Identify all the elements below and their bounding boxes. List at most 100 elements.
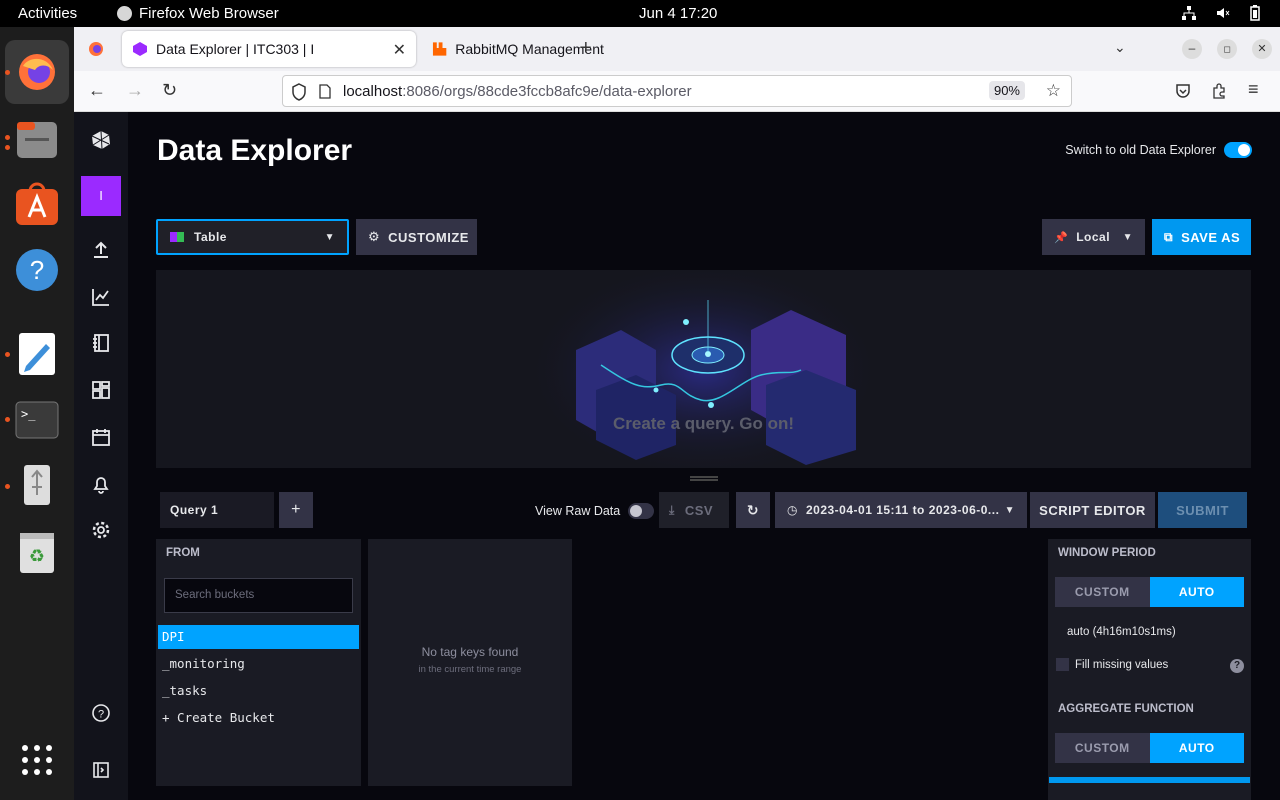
hamburger-menu-icon[interactable]: ≡ bbox=[1248, 79, 1259, 100]
firefox-view-icon[interactable] bbox=[88, 41, 104, 62]
influxdb-logo-icon[interactable] bbox=[91, 130, 111, 150]
clock[interactable]: Jun 4 17:20 bbox=[639, 5, 717, 22]
from-header: FROM bbox=[166, 547, 200, 559]
csv-download-button[interactable]: ⤓ CSV bbox=[659, 492, 729, 528]
text-editor-icon bbox=[19, 333, 55, 375]
collapse-sidebar-icon[interactable] bbox=[91, 760, 111, 780]
activities-button[interactable]: Activities bbox=[18, 5, 77, 22]
empty-state-message: Create a query. Go on! bbox=[612, 414, 795, 433]
network-icon bbox=[1182, 6, 1196, 20]
help-icon: ? bbox=[16, 249, 58, 291]
browser-chrome: Data Explorer | ITC303 | I ✕ RabbitMQ Ma… bbox=[74, 27, 1280, 112]
dock-files[interactable] bbox=[14, 117, 60, 163]
add-query-button[interactable]: + bbox=[279, 492, 313, 528]
resize-handle[interactable] bbox=[690, 476, 718, 481]
empty-state-illustration bbox=[524, 270, 884, 468]
data-explorer-page: Data Explorer Switch to old Data Explore… bbox=[128, 112, 1280, 800]
pin-icon: 📌 bbox=[1054, 231, 1069, 244]
dock-firefox[interactable] bbox=[5, 40, 69, 104]
submit-button[interactable]: SUBMIT bbox=[1158, 492, 1247, 528]
app-sidebar: I ? bbox=[74, 112, 128, 800]
visualization-type-dropdown[interactable]: Table ▼ bbox=[156, 219, 349, 255]
extensions-puzzle-icon[interactable] bbox=[1211, 83, 1227, 99]
gear-icon[interactable] bbox=[91, 520, 111, 540]
view-raw-data-switch[interactable]: View Raw Data bbox=[535, 503, 655, 519]
bookmark-star-icon[interactable]: ☆ bbox=[1046, 81, 1061, 101]
maximize-icon[interactable]: ◻ bbox=[1217, 39, 1237, 59]
search-buckets-input[interactable]: Search buckets bbox=[164, 578, 353, 613]
forward-arrow-icon[interactable]: → bbox=[126, 80, 144, 101]
timezone-label: Local bbox=[1076, 230, 1111, 244]
zoom-level[interactable]: 90% bbox=[988, 81, 1025, 100]
old-explorer-switch[interactable]: Switch to old Data Explorer bbox=[1065, 142, 1252, 158]
url-bar[interactable]: localhost:8086/orgs/88cde3fccb8afc9e/dat… bbox=[282, 75, 1072, 107]
new-tab-button[interactable]: + bbox=[580, 37, 592, 60]
window-period-toggle: CUSTOM AUTO bbox=[1055, 577, 1244, 607]
navigation-toolbar: ← → ↻ localhost:8086/orgs/88cde3fccb8afc… bbox=[74, 71, 1280, 112]
time-range-dropdown[interactable]: ◷ 2023-04-01 15:11 to 2023-06-0... ▼ bbox=[775, 492, 1027, 528]
bell-icon[interactable] bbox=[91, 474, 111, 494]
window-custom-button[interactable]: CUSTOM bbox=[1055, 577, 1150, 607]
query-tab[interactable]: Query 1 bbox=[160, 492, 274, 528]
help-circle-icon[interactable]: ? bbox=[91, 703, 111, 723]
bucket-item-monitoring[interactable]: _monitoring bbox=[158, 652, 359, 676]
aggregate-function-header: AGGREGATE FUNCTION bbox=[1058, 703, 1194, 715]
save-as-label: SAVE AS bbox=[1181, 229, 1241, 245]
upload-icon[interactable] bbox=[91, 240, 111, 260]
caret-down-icon: ▼ bbox=[324, 231, 335, 243]
no-tags-message: No tag keys found bbox=[421, 645, 519, 659]
auto-window-value: auto (4h16m10s1ms) bbox=[1067, 626, 1176, 638]
back-arrow-icon[interactable]: ← bbox=[88, 80, 106, 101]
dock-usb-drive[interactable] bbox=[14, 462, 60, 508]
pocket-icon[interactable] bbox=[1175, 83, 1191, 99]
calendar-icon[interactable] bbox=[91, 427, 111, 447]
graph-area: Create a query. Go on! bbox=[156, 270, 1251, 468]
clock-icon: ◷ bbox=[787, 503, 798, 517]
aggregate-auto-button[interactable]: AUTO bbox=[1149, 733, 1244, 763]
list-tabs-chevron-down-icon[interactable]: ⌄ bbox=[1114, 39, 1126, 56]
dock: ? >_ ♻ bbox=[0, 27, 74, 800]
dashboards-icon[interactable] bbox=[91, 380, 111, 400]
app-center-icon bbox=[16, 182, 58, 225]
app-name: Firefox Web Browser bbox=[139, 5, 279, 22]
timezone-dropdown[interactable]: 📌 Local ▼ bbox=[1042, 219, 1145, 255]
url-path: :8086/orgs/88cde3fccb8afc9e/data-explore… bbox=[402, 83, 692, 100]
fill-missing-checkbox[interactable] bbox=[1056, 658, 1069, 671]
app-grid-icon bbox=[22, 745, 52, 775]
help-icon[interactable]: ? bbox=[1230, 659, 1244, 673]
app-menu[interactable]: Firefox Web Browser bbox=[117, 5, 279, 22]
old-explorer-label: Switch to old Data Explorer bbox=[1065, 143, 1216, 157]
system-tray[interactable] bbox=[1182, 5, 1260, 21]
aggregate-custom-button[interactable]: CUSTOM bbox=[1055, 733, 1150, 763]
dock-terminal[interactable]: >_ bbox=[14, 397, 60, 443]
tab-rabbitmq[interactable]: RabbitMQ Management bbox=[420, 31, 646, 67]
create-bucket-button[interactable]: + Create Bucket bbox=[158, 706, 359, 730]
script-editor-button[interactable]: SCRIPT EDITOR bbox=[1030, 492, 1155, 528]
tab-data-explorer[interactable]: Data Explorer | ITC303 | I ✕ bbox=[122, 31, 416, 67]
save-as-button[interactable]: ⧉ SAVE AS bbox=[1152, 219, 1251, 255]
minimize-icon[interactable]: – bbox=[1182, 39, 1202, 59]
org-switcher[interactable]: I bbox=[81, 176, 121, 216]
notebook-icon[interactable] bbox=[91, 333, 111, 353]
rabbitmq-favicon-icon bbox=[432, 42, 447, 56]
view-raw-data-toggle[interactable] bbox=[628, 503, 655, 519]
dock-trash[interactable]: ♻ bbox=[14, 528, 60, 574]
tag-keys-panel: No tag keys found in the current time ra… bbox=[368, 539, 572, 786]
show-apps-button[interactable] bbox=[14, 737, 60, 783]
dock-app-center[interactable] bbox=[14, 180, 60, 226]
function-list-selected-item[interactable] bbox=[1049, 777, 1250, 783]
fill-missing-values[interactable]: Fill missing values bbox=[1056, 658, 1168, 671]
refresh-button[interactable]: ↻ bbox=[736, 492, 770, 528]
dock-help[interactable]: ? bbox=[14, 247, 60, 293]
bucket-item-dpi[interactable]: DPI bbox=[158, 625, 359, 649]
graph-icon[interactable] bbox=[91, 287, 111, 307]
close-window-icon[interactable]: ✕ bbox=[1252, 39, 1272, 59]
customize-button[interactable]: ⚙ CUSTOMIZE bbox=[356, 219, 477, 255]
dock-text-editor[interactable] bbox=[14, 331, 60, 377]
bucket-item-tasks[interactable]: _tasks bbox=[158, 679, 359, 703]
window-auto-button[interactable]: AUTO bbox=[1149, 577, 1244, 607]
close-tab-icon[interactable]: ✕ bbox=[393, 40, 406, 60]
old-explorer-toggle[interactable] bbox=[1224, 142, 1252, 158]
no-tags-submessage: in the current time range bbox=[418, 664, 522, 675]
reload-icon[interactable]: ↻ bbox=[162, 80, 177, 101]
